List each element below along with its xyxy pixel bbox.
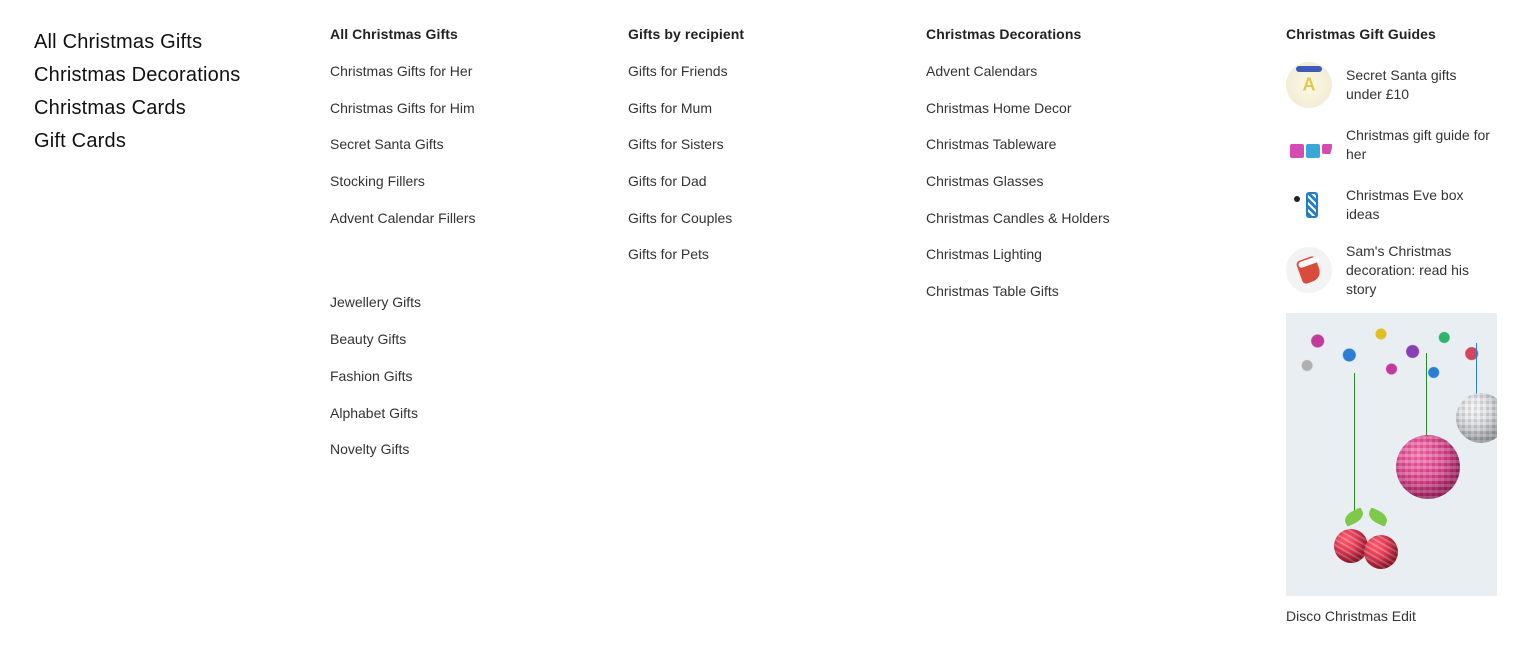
- link-gifts-for-mum[interactable]: Gifts for Mum: [628, 99, 886, 117]
- link-christmas-home-decor[interactable]: Christmas Home Decor: [926, 99, 1246, 117]
- promo-caption: Disco Christmas Edit: [1286, 608, 1496, 624]
- promo-disco-christmas-edit[interactable]: Disco Christmas Edit: [1286, 313, 1496, 624]
- link-advent-calendars[interactable]: Advent Calendars: [926, 62, 1246, 80]
- link-christmas-glasses[interactable]: Christmas Glasses: [926, 172, 1246, 190]
- heading-gifts-by-recipient: Gifts by recipient: [628, 26, 886, 42]
- guide-label: Christmas Eve box ideas: [1346, 186, 1496, 224]
- primary-link-christmas-decorations[interactable]: Christmas Decorations: [34, 59, 290, 92]
- link-gifts-for-pets[interactable]: Gifts for Pets: [628, 245, 886, 263]
- link-gifts-for-sisters[interactable]: Gifts for Sisters: [628, 135, 886, 153]
- guide-label: Sam's Christmas decoration: read his sto…: [1346, 242, 1496, 299]
- link-alphabet-gifts[interactable]: Alphabet Gifts: [330, 404, 588, 422]
- link-beauty-gifts[interactable]: Beauty Gifts: [330, 330, 588, 348]
- column-all-christmas-gifts: All Christmas Gifts Christmas Gifts for …: [330, 26, 628, 477]
- guide-label: Christmas gift guide for her: [1346, 126, 1496, 164]
- link-gifts-for-friends[interactable]: Gifts for Friends: [628, 62, 886, 80]
- column-gifts-by-recipient: Gifts by recipient Gifts for Friends Gif…: [628, 26, 926, 282]
- link-jewellery-gifts[interactable]: Jewellery Gifts: [330, 293, 588, 311]
- guide-thumb-icon: [1286, 247, 1332, 293]
- primary-link-all-christmas-gifts[interactable]: All Christmas Gifts: [34, 26, 290, 59]
- link-stocking-fillers[interactable]: Stocking Fillers: [330, 172, 588, 190]
- guide-thumb-icon: [1286, 62, 1332, 108]
- link-advent-calendar-fillers[interactable]: Advent Calendar Fillers: [330, 209, 588, 227]
- link-christmas-table-gifts[interactable]: Christmas Table Gifts: [926, 282, 1246, 300]
- column-gift-guides: Christmas Gift Guides Secret Santa gifts…: [1286, 26, 1536, 624]
- group-separator: [330, 245, 588, 293]
- guide-christmas-eve-box-ideas[interactable]: Christmas Eve box ideas: [1286, 182, 1496, 228]
- primary-link-christmas-cards[interactable]: Christmas Cards: [34, 92, 290, 125]
- link-gifts-for-couples[interactable]: Gifts for Couples: [628, 209, 886, 227]
- link-christmas-gifts-for-her[interactable]: Christmas Gifts for Her: [330, 62, 588, 80]
- link-secret-santa-gifts[interactable]: Secret Santa Gifts: [330, 135, 588, 153]
- guide-gift-guide-for-her[interactable]: Christmas gift guide for her: [1286, 122, 1496, 168]
- link-christmas-candles-holders[interactable]: Christmas Candles & Holders: [926, 209, 1246, 227]
- heading-gift-guides: Christmas Gift Guides: [1286, 26, 1496, 42]
- mega-menu: All Christmas Gifts Christmas Decoration…: [34, 26, 1502, 624]
- guide-label: Secret Santa gifts under £10: [1346, 66, 1496, 104]
- guide-sams-decoration-story[interactable]: Sam's Christmas decoration: read his sto…: [1286, 242, 1496, 299]
- heading-all-christmas-gifts: All Christmas Gifts: [330, 26, 588, 42]
- promo-image: [1286, 313, 1497, 596]
- link-novelty-gifts[interactable]: Novelty Gifts: [330, 440, 588, 458]
- guide-secret-santa-under-10[interactable]: Secret Santa gifts under £10: [1286, 62, 1496, 108]
- link-gifts-for-dad[interactable]: Gifts for Dad: [628, 172, 886, 190]
- link-christmas-tableware[interactable]: Christmas Tableware: [926, 135, 1246, 153]
- guide-thumb-icon: [1286, 182, 1332, 228]
- primary-link-gift-cards[interactable]: Gift Cards: [34, 125, 290, 158]
- link-fashion-gifts[interactable]: Fashion Gifts: [330, 367, 588, 385]
- link-christmas-lighting[interactable]: Christmas Lighting: [926, 245, 1246, 263]
- column-christmas-decorations: Christmas Decorations Advent Calendars C…: [926, 26, 1286, 319]
- link-christmas-gifts-for-him[interactable]: Christmas Gifts for Him: [330, 99, 588, 117]
- guide-thumb-icon: [1286, 122, 1332, 168]
- heading-christmas-decorations: Christmas Decorations: [926, 26, 1246, 42]
- primary-nav-column: All Christmas Gifts Christmas Decoration…: [34, 26, 330, 158]
